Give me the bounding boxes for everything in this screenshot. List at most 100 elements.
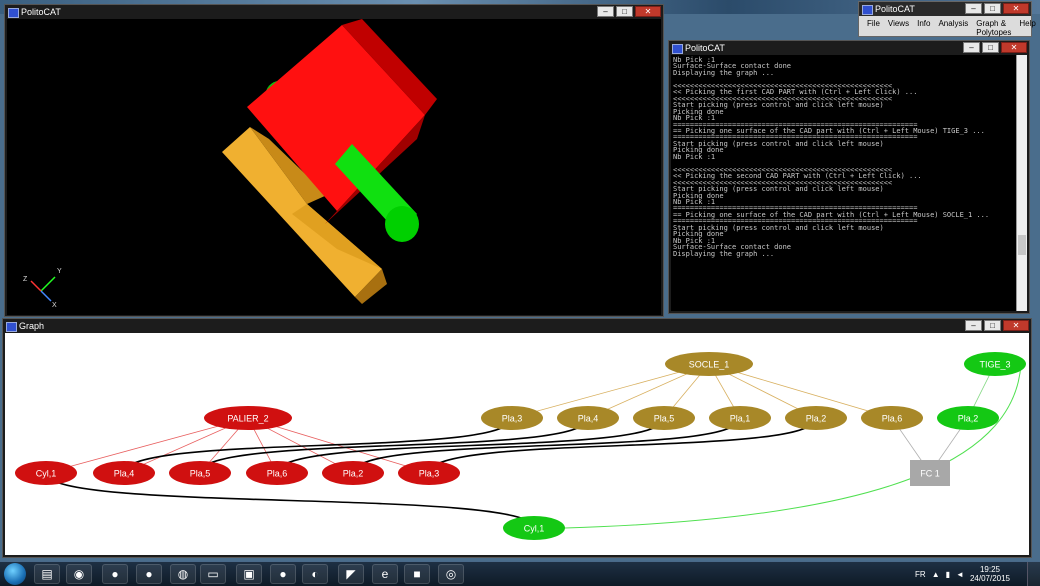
graph-node-s-pla4[interactable]: Pla,4 <box>557 406 619 430</box>
network-icon[interactable]: ◐ <box>302 564 328 584</box>
graph-node-label: Pla,5 <box>190 468 211 478</box>
terminal-icon[interactable]: ▭ <box>200 564 226 584</box>
start-button[interactable] <box>4 563 26 585</box>
viewer-titlebar[interactable]: PolitoCAT – □ ✕ <box>5 5 663 19</box>
graph-node-label: Pla,1 <box>730 413 751 423</box>
graph-node-p-pla6[interactable]: Pla,6 <box>246 461 308 485</box>
menu-window-title: PolitoCAT <box>875 4 915 14</box>
menu-window: PolitoCAT – □ ✕ File Views Info Analysis… <box>858 1 1036 40</box>
console-titlebar[interactable]: PolitoCAT – □ ✕ <box>669 41 1029 55</box>
minimize-button[interactable]: – <box>965 320 982 331</box>
scrollbar-thumb[interactable] <box>1018 235 1026 255</box>
volume-icon[interactable]: ◄ <box>956 570 964 579</box>
graph-node-tige[interactable]: TIGE_3 <box>964 352 1026 376</box>
axis-z-label: Z <box>23 276 28 283</box>
axis-x-label: X <box>52 302 57 309</box>
graph-node-fc1[interactable]: FC 1 <box>910 460 950 486</box>
graph-node-label: PALIER_2 <box>227 413 268 423</box>
console-scrollbar[interactable] <box>1016 55 1027 311</box>
clock-time: 19:25 <box>979 565 1000 574</box>
app-sphere2-icon[interactable]: ● <box>136 564 162 584</box>
taskbar: ▤ ◉ ● ● ◍ ▭ ▣ ● ◐ ◤ e ■ ◎ FR ▲ ▮ ◄ 19:25… <box>0 561 1040 586</box>
graph-window: Graph – □ ✕ SOCLE_1 TIGE_3 PALIER_2 Pla,3 Pl… <box>2 318 1032 558</box>
close-button[interactable]: ✕ <box>1003 3 1029 14</box>
graph-node-s-pla6[interactable]: Pla,6 <box>861 406 923 430</box>
menu-graph-polytopes[interactable]: Graph & Polytopes <box>972 18 1015 38</box>
graph-node-s-pla2[interactable]: Pla,2 <box>785 406 847 430</box>
language-indicator[interactable]: FR <box>915 570 926 579</box>
tray-arrow-icon[interactable]: ▲ <box>932 570 940 579</box>
network-tray-icon[interactable]: ▮ <box>946 570 950 579</box>
app-icon <box>672 44 683 54</box>
close-button[interactable]: ✕ <box>1003 320 1029 331</box>
pdf-icon[interactable]: ◤ <box>338 564 364 584</box>
graph-node-palier[interactable]: PALIER_2 <box>204 406 292 430</box>
show-desktop-button[interactable] <box>1027 562 1040 586</box>
app-glasses-icon[interactable]: ◎ <box>438 564 464 584</box>
menu-file[interactable]: File <box>863 18 884 38</box>
graph-node-label: Pla,2 <box>958 413 979 423</box>
graph-node-p-pla4[interactable]: Pla,4 <box>93 461 155 485</box>
graph-node-label: Pla,2 <box>806 413 827 423</box>
explorer-icon[interactable]: ▤ <box>34 564 60 584</box>
maximize-button[interactable]: □ <box>616 6 633 17</box>
menu-views[interactable]: Views <box>884 18 913 38</box>
axis-x-line <box>40 290 52 302</box>
minimize-button[interactable]: – <box>597 6 614 17</box>
graph-node-label: FC 1 <box>920 468 940 478</box>
app-sphere-icon[interactable]: ● <box>102 564 128 584</box>
graph-node-label: Cyl,1 <box>36 468 57 478</box>
close-button[interactable]: ✕ <box>1001 42 1027 53</box>
3d-viewport[interactable]: Y X Z <box>7 19 661 315</box>
close-button[interactable]: ✕ <box>635 6 661 17</box>
app-sphere3-icon[interactable]: ● <box>270 564 296 584</box>
axis-z-line <box>30 280 42 292</box>
minimize-button[interactable]: – <box>963 42 980 53</box>
menubar: File Views Info Analysis Graph & Polytop… <box>859 16 1036 40</box>
menu-window-titlebar[interactable]: PolitoCAT – □ ✕ <box>859 2 1031 16</box>
firefox-icon[interactable]: ◉ <box>66 564 92 584</box>
axis-y-line <box>40 276 56 292</box>
cylinder-front-cap <box>385 206 419 242</box>
console-icon[interactable]: ▣ <box>236 564 262 584</box>
maximize-button[interactable]: □ <box>984 3 1001 14</box>
console-title: PolitoCAT <box>685 43 725 53</box>
app-icon <box>6 322 17 332</box>
graph-node-label: Cyl,1 <box>524 523 545 533</box>
graph-node-label: TIGE_3 <box>979 359 1010 369</box>
graph-node-label: Pla,4 <box>114 468 135 478</box>
maximize-button[interactable]: □ <box>984 320 1001 331</box>
viewer-title: PolitoCAT <box>21 7 61 17</box>
graph-titlebar[interactable]: Graph – □ ✕ <box>3 319 1031 333</box>
internet-explorer-icon[interactable]: e <box>372 564 398 584</box>
app-icon <box>862 5 873 15</box>
politocat-icon[interactable]: ■ <box>404 564 430 584</box>
graph-node-s-pla5[interactable]: Pla,5 <box>633 406 695 430</box>
maximize-button[interactable]: □ <box>982 42 999 53</box>
graph-node-label: Pla,4 <box>578 413 599 423</box>
system-tray: FR ▲ ▮ ◄ 19:25 24/07/2015 <box>915 565 1010 583</box>
graph-node-label: Pla,5 <box>654 413 675 423</box>
graph-node-p-pla2[interactable]: Pla,2 <box>322 461 384 485</box>
graph-canvas[interactable]: SOCLE_1 TIGE_3 PALIER_2 Pla,3 Pla,4 Pla,5 Pla,… <box>5 333 1029 555</box>
graph-node-s-pla3[interactable]: Pla,3 <box>481 406 543 430</box>
menu-info[interactable]: Info <box>913 18 934 38</box>
graph-node-p-pla5[interactable]: Pla,5 <box>169 461 231 485</box>
graph-node-p-cyl1[interactable]: Cyl,1 <box>15 461 77 485</box>
graph-node-s-pla1[interactable]: Pla,1 <box>709 406 771 430</box>
console-output[interactable]: Nb Pick :1 Surface-Surface contact done Di… <box>671 55 1019 311</box>
console-line: Displaying the graph ... <box>673 249 775 258</box>
chat-icon[interactable]: ◍ <box>170 564 196 584</box>
graph-node-label: Pla,6 <box>882 413 903 423</box>
graph-node-t-pla2[interactable]: Pla,2 <box>937 406 999 430</box>
graph-node-t-cyl1[interactable]: Cyl,1 <box>503 516 565 540</box>
app-icon <box>8 8 19 18</box>
graph-node-p-pla3[interactable]: Pla,3 <box>398 461 460 485</box>
menu-help[interactable]: Help <box>1015 18 1039 38</box>
menu-analysis[interactable]: Analysis <box>934 18 972 38</box>
viewer-window: PolitoCAT – □ ✕ Y X Z <box>4 4 664 317</box>
clock[interactable]: 19:25 24/07/2015 <box>970 565 1010 583</box>
minimize-button[interactable]: – <box>965 3 982 14</box>
graph-node-label: Pla,2 <box>343 468 364 478</box>
graph-node-socle[interactable]: SOCLE_1 <box>665 352 753 376</box>
